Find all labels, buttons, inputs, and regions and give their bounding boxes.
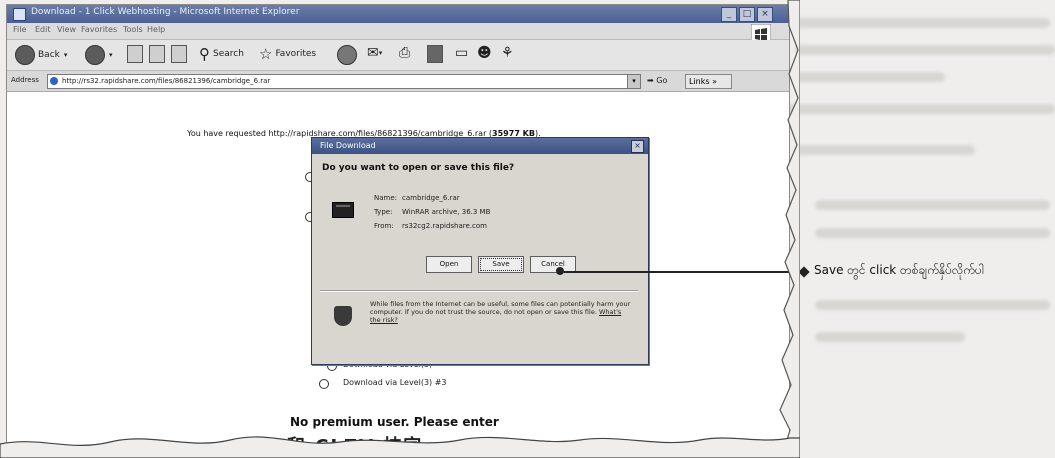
- forward-button[interactable]: ▾: [85, 45, 113, 65]
- favorites-button[interactable]: ☆ Favorites: [259, 45, 316, 63]
- refresh-button[interactable]: [149, 45, 165, 63]
- mail-button[interactable]: ✉ ▾: [367, 45, 382, 61]
- ie-page-icon: [50, 77, 58, 85]
- go-button[interactable]: ➡ Go: [647, 76, 667, 85]
- home-button[interactable]: [171, 45, 187, 63]
- browser-window: Download - 1 Click Webhosting - Microsof…: [6, 4, 790, 452]
- forward-arrow-icon: [85, 45, 105, 65]
- dialog-question: Do you want to open or save this file?: [322, 163, 515, 173]
- search-icon: ⚲: [199, 45, 210, 63]
- stop-icon: [127, 45, 143, 63]
- menu-favorites[interactable]: Favorites: [81, 25, 117, 34]
- security-shield-icon: [334, 306, 352, 326]
- annotation-dot: [556, 267, 564, 275]
- menu-file[interactable]: File: [13, 25, 26, 34]
- window-title: Download - 1 Click Webhosting - Microsof…: [31, 7, 300, 17]
- menu-bar: File Edit View Favorites Tools Help: [7, 23, 789, 40]
- discuss-button[interactable]: ▭: [455, 45, 468, 61]
- title-bar: Download - 1 Click Webhosting - Microsof…: [7, 5, 789, 23]
- stop-button[interactable]: [127, 45, 143, 63]
- torn-edge-bottom: [0, 436, 800, 458]
- menu-tools[interactable]: Tools: [123, 25, 143, 34]
- discuss-icon: ▭: [455, 45, 469, 61]
- star-icon: ☆: [259, 45, 273, 63]
- messenger-icon: ☻: [477, 45, 492, 61]
- menu-help[interactable]: Help: [147, 25, 165, 34]
- toolbar: Back ▾ ▾ ⚲ Search ☆ Favorites ✉ ▾ ⎙ ▭ ☻ ⚘: [7, 40, 789, 71]
- address-bar: Address http://rs32.rapidshare.com/files…: [7, 71, 789, 92]
- radio-level3-3[interactable]: [319, 379, 329, 389]
- type-label: Type:: [374, 208, 393, 216]
- print-icon: ⎙: [399, 45, 411, 61]
- address-label: Address: [11, 76, 39, 84]
- research-button[interactable]: ⚘: [501, 45, 514, 61]
- back-arrow-icon: [15, 45, 35, 65]
- messenger-button[interactable]: ☻: [477, 45, 492, 61]
- annotation-text: Save တွင် click တစ်ချက်နှိပ်လိုက်ပါ: [814, 263, 984, 277]
- open-button[interactable]: Open: [426, 256, 472, 273]
- refresh-icon: [149, 45, 165, 63]
- dialog-title: File Download: [320, 141, 376, 150]
- home-icon: [171, 45, 187, 63]
- security-warning: While files from the Internet can be use…: [370, 300, 631, 324]
- ie-icon: [13, 8, 26, 21]
- from-value: rs32cg2.rapidshare.com: [402, 222, 487, 230]
- links-button[interactable]: Links »: [685, 74, 732, 89]
- menu-view[interactable]: View: [57, 25, 76, 34]
- minimize-button[interactable]: _: [721, 7, 737, 22]
- address-input[interactable]: http://rs32.rapidshare.com/files/8682139…: [47, 74, 628, 89]
- edit-icon: [427, 45, 443, 63]
- history-button[interactable]: [337, 45, 357, 65]
- file-download-dialog: File Download × Do you want to open or s…: [311, 137, 649, 365]
- download-level3-3-label[interactable]: Download via Level(3) #3: [343, 378, 447, 387]
- research-icon: ⚘: [501, 45, 514, 61]
- back-button[interactable]: Back ▾: [15, 45, 67, 65]
- print-button[interactable]: ⎙: [399, 45, 410, 61]
- dialog-title-bar: File Download ×: [312, 138, 648, 154]
- save-button[interactable]: Save: [478, 256, 524, 273]
- address-dropdown-button[interactable]: ▾: [627, 74, 641, 89]
- menu-edit[interactable]: Edit: [35, 25, 51, 34]
- dialog-separator: [320, 290, 638, 292]
- mail-icon: ✉: [367, 45, 379, 61]
- name-value: cambridge_6.rar: [402, 194, 460, 202]
- winrar-file-icon: [332, 202, 354, 218]
- edit-button[interactable]: [427, 45, 443, 63]
- history-icon: [337, 45, 357, 65]
- torn-edge-right: [779, 0, 800, 456]
- dialog-close-button[interactable]: ×: [631, 140, 644, 153]
- type-value: WinRAR archive, 36.3 MB: [402, 208, 491, 216]
- maximize-button[interactable]: □: [739, 7, 755, 22]
- search-button[interactable]: ⚲ Search: [199, 45, 244, 63]
- from-label: From:: [374, 222, 394, 230]
- name-label: Name:: [374, 194, 398, 202]
- annotation-line: [564, 271, 788, 273]
- background-text: [787, 0, 1055, 456]
